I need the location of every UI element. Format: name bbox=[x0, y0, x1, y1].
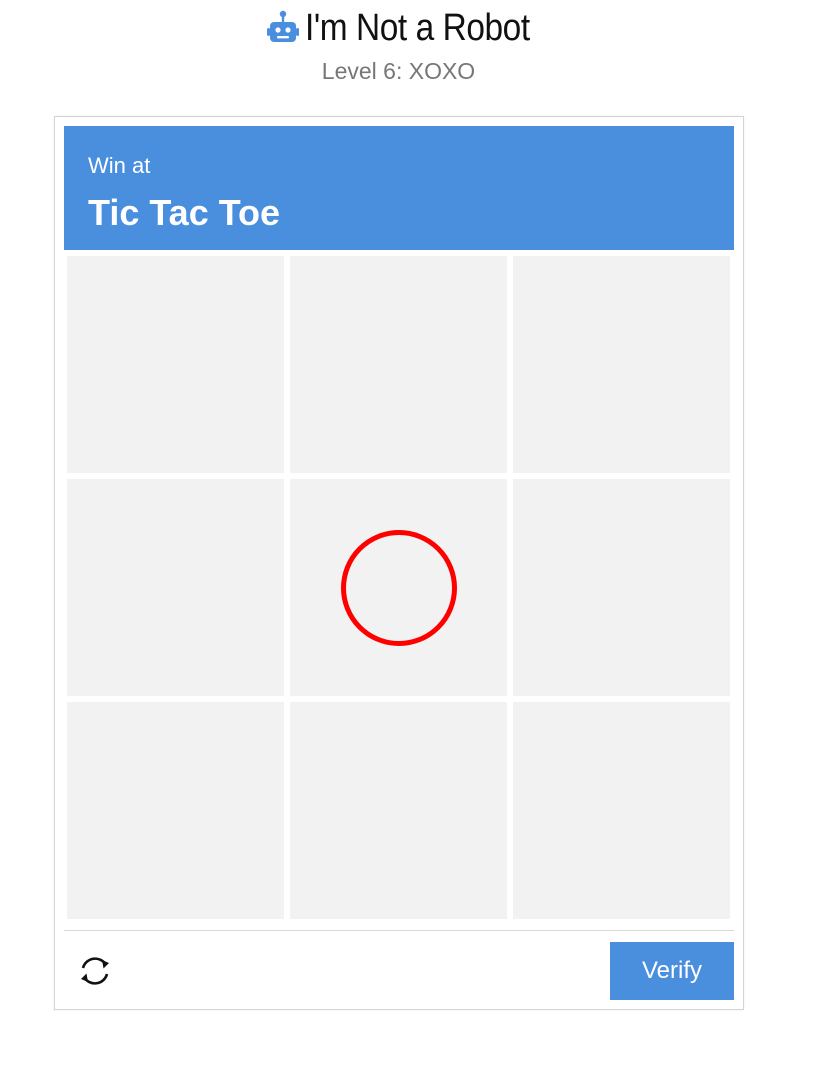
board-cell-6[interactable] bbox=[513, 479, 730, 696]
board-cell-4[interactable] bbox=[67, 479, 284, 696]
page-header: I'm Not a Robot Level 6: XOXO bbox=[0, 0, 797, 85]
board-cell-9[interactable] bbox=[513, 702, 730, 919]
board-cell-5[interactable] bbox=[290, 479, 507, 696]
instruction-small: Win at bbox=[88, 153, 151, 178]
instruction-banner: Win at Tic Tac Toe bbox=[64, 126, 734, 250]
board-cell-8[interactable] bbox=[290, 702, 507, 919]
footer-divider bbox=[64, 930, 734, 931]
refresh-button[interactable] bbox=[75, 951, 115, 991]
verify-button[interactable]: Verify bbox=[610, 942, 734, 1000]
challenge-card: Win at Tic Tac Toe Verify bbox=[54, 116, 744, 1010]
level-subtitle: Level 6: XOXO bbox=[321, 58, 476, 84]
board-cell-1[interactable] bbox=[67, 256, 284, 473]
o-mark bbox=[340, 529, 457, 646]
title-row: I'm Not a Robot bbox=[0, 6, 797, 50]
tic-tac-toe-board bbox=[67, 256, 731, 920]
board-cell-7[interactable] bbox=[67, 702, 284, 919]
robot-icon bbox=[266, 10, 299, 46]
refresh-icon bbox=[81, 957, 109, 985]
page-title: I'm Not a Robot bbox=[304, 6, 530, 49]
board-cell-2[interactable] bbox=[290, 256, 507, 473]
board-cell-3[interactable] bbox=[513, 256, 730, 473]
instruction-big: Tic Tac Toe bbox=[88, 192, 281, 233]
